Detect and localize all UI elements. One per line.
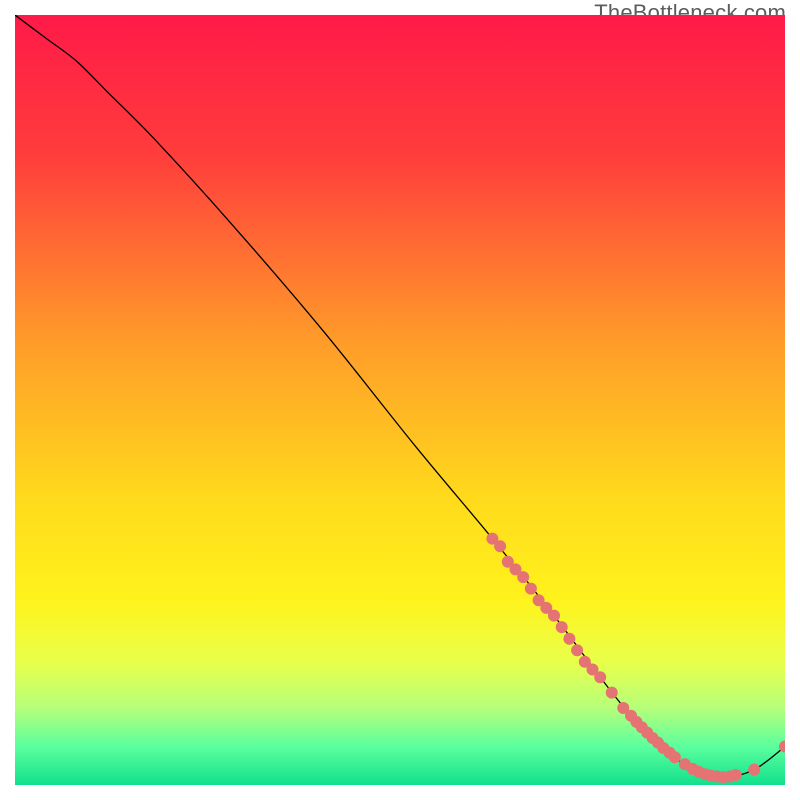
marker-dense-cluster-upper (517, 571, 529, 583)
marker-dense-cluster-upper (571, 644, 583, 656)
plot-area (15, 15, 785, 785)
marker-dense-cluster-upper (494, 540, 506, 552)
background-gradient (15, 15, 785, 785)
marker-dense-cluster-upper (563, 633, 575, 645)
marker-dense-cluster-upper (556, 621, 568, 633)
marker-dense-cluster-upper (594, 671, 606, 683)
plot-svg (15, 15, 785, 785)
marker-dense-cluster-upper (548, 610, 560, 622)
chart-stage: TheBottleneck.com (0, 0, 800, 800)
marker-mid-gap-points (606, 687, 618, 699)
marker-rise-points (748, 764, 760, 776)
marker-valley-points (730, 769, 742, 781)
marker-dense-cluster-upper (525, 583, 537, 595)
marker-dense-cluster-lower (669, 751, 681, 763)
